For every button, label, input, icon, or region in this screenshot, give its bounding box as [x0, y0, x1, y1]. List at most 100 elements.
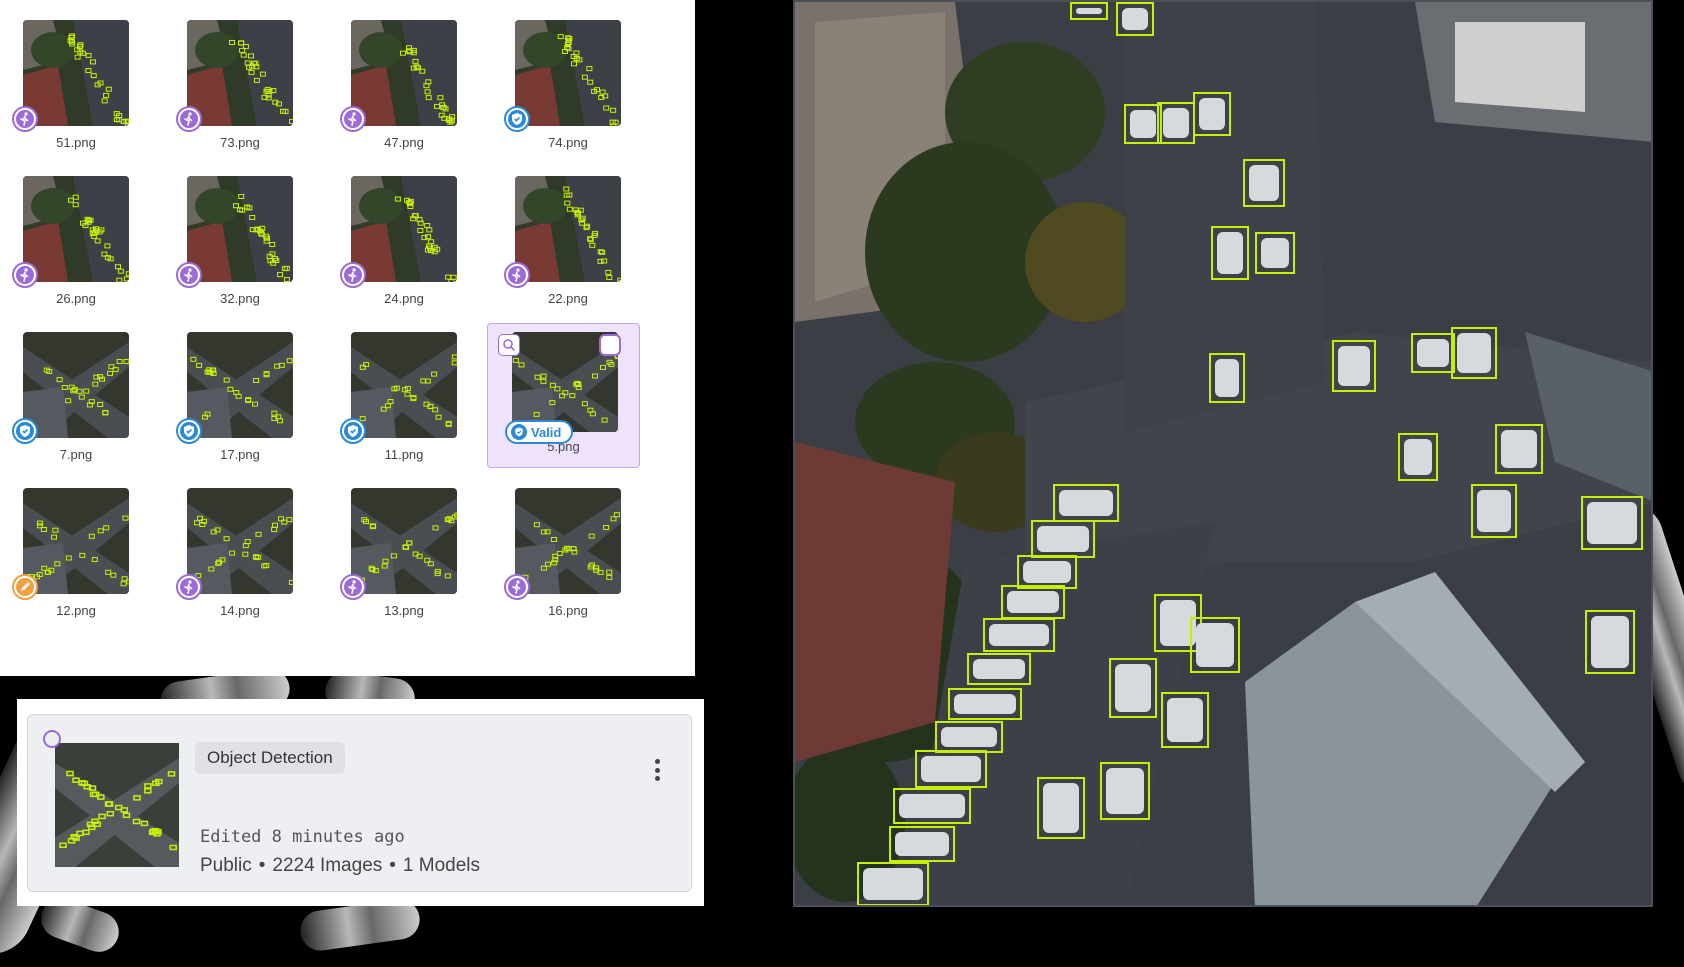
- gallery-tile[interactable]: 13.png: [328, 468, 488, 628]
- image-thumbnail[interactable]: [23, 332, 129, 438]
- file-name: 24.png: [384, 291, 424, 306]
- image-thumbnail[interactable]: [23, 20, 129, 126]
- file-name: 22.png: [548, 291, 588, 306]
- bounding-box[interactable]: [935, 721, 1003, 753]
- gallery-tile[interactable]: 24.png: [328, 156, 488, 316]
- person-walking-icon: [176, 106, 202, 132]
- image-thumbnail[interactable]: [187, 488, 293, 594]
- bounding-box[interactable]: [1398, 433, 1438, 481]
- dataset-card[interactable]: Object Detection Edited 8 minutes ago Pu…: [27, 714, 692, 892]
- gallery-tile[interactable]: 14.png: [164, 468, 324, 628]
- shield-check-icon: [340, 418, 366, 444]
- bounding-box[interactable]: [889, 826, 955, 862]
- gallery-tile[interactable]: 32.png: [164, 156, 324, 316]
- gallery-tile[interactable]: 73.png: [164, 0, 324, 160]
- person-walking-icon: [340, 106, 366, 132]
- bounding-box[interactable]: [1190, 617, 1240, 673]
- person-walking-icon: [340, 574, 366, 600]
- image-thumbnail[interactable]: [187, 20, 293, 126]
- bounding-box[interactable]: [1585, 610, 1635, 674]
- visibility-label: Public: [200, 855, 252, 876]
- image-thumbnail[interactable]: [187, 176, 293, 282]
- badge-label: Valid: [531, 424, 562, 440]
- gallery-tile[interactable]: 7.png: [0, 312, 160, 472]
- bounding-box[interactable]: [915, 750, 987, 788]
- person-walking-icon: [12, 262, 38, 288]
- bounding-box[interactable]: [1161, 692, 1209, 748]
- image-thumbnail[interactable]: [515, 488, 621, 594]
- bounding-box[interactable]: [1471, 484, 1517, 538]
- file-name: 17.png: [220, 447, 260, 462]
- bounding-box[interactable]: [1053, 484, 1119, 522]
- dataset-select-radio[interactable]: [43, 730, 61, 748]
- gallery-tile[interactable]: 26.png: [0, 156, 160, 316]
- bounding-box[interactable]: [1070, 2, 1108, 20]
- pencil-icon: [12, 574, 38, 600]
- dataset-thumbnail: [55, 743, 179, 867]
- person-walking-icon: [176, 262, 202, 288]
- file-name: 47.png: [384, 135, 424, 150]
- gallery-tile[interactable]: 51.png: [0, 0, 160, 160]
- gallery-tile[interactable]: 17.png: [164, 312, 324, 472]
- file-name: 26.png: [56, 291, 96, 306]
- image-thumbnail[interactable]: [351, 332, 457, 438]
- bounding-box[interactable]: [1243, 159, 1285, 207]
- image-thumbnail[interactable]: [515, 176, 621, 282]
- bounding-box[interactable]: [1211, 226, 1249, 280]
- bounding-box[interactable]: [1332, 340, 1376, 392]
- bounding-box[interactable]: [1209, 353, 1245, 403]
- separator: •: [258, 855, 266, 876]
- bounding-box[interactable]: [948, 688, 1022, 720]
- person-walking-icon: [12, 106, 38, 132]
- image-thumbnail[interactable]: [351, 20, 457, 126]
- image-thumbnail[interactable]: [23, 488, 129, 594]
- bounding-box[interactable]: [1157, 102, 1195, 144]
- file-name: 14.png: [220, 603, 260, 618]
- gallery-tile[interactable]: 12.png: [0, 468, 160, 628]
- valid-status-badge: Valid: [505, 420, 574, 444]
- gallery-tile[interactable]: 22.png: [492, 156, 652, 316]
- image-thumbnail[interactable]: [23, 176, 129, 282]
- select-checkbox[interactable]: [599, 334, 621, 356]
- bounding-box[interactable]: [1100, 762, 1150, 820]
- bounding-box[interactable]: [893, 788, 971, 824]
- bounding-box[interactable]: [1031, 520, 1095, 558]
- bounding-box[interactable]: [1411, 333, 1455, 373]
- edited-timestamp: Edited 8 minutes ago: [200, 827, 405, 847]
- gallery-tile[interactable]: 11.png: [328, 312, 488, 472]
- bounding-box[interactable]: [1109, 658, 1157, 718]
- magnifier-icon[interactable]: [498, 334, 520, 356]
- bounding-box[interactable]: [1037, 777, 1085, 839]
- file-name: 32.png: [220, 291, 260, 306]
- file-name: 73.png: [220, 135, 260, 150]
- file-name: 12.png: [56, 603, 96, 618]
- bounding-box[interactable]: [1116, 2, 1154, 36]
- image-thumbnail[interactable]: [351, 176, 457, 282]
- image-thumbnail[interactable]: [187, 332, 293, 438]
- annotation-image-viewer[interactable]: [793, 0, 1653, 907]
- task-type-tag: Object Detection: [195, 742, 345, 774]
- file-name: 74.png: [548, 135, 588, 150]
- shield-check-icon: [176, 418, 202, 444]
- bounding-box[interactable]: [1001, 585, 1065, 619]
- gallery-tile[interactable]: 5.png Valid: [487, 323, 640, 468]
- bounding-box[interactable]: [983, 618, 1055, 652]
- bounding-box[interactable]: [1255, 232, 1295, 274]
- image-thumbnail[interactable]: [351, 488, 457, 594]
- bounding-box[interactable]: [1017, 555, 1077, 589]
- image-thumbnail[interactable]: [515, 20, 621, 126]
- bounding-box[interactable]: [1581, 496, 1643, 550]
- bounding-box[interactable]: [857, 862, 929, 905]
- bounding-box[interactable]: [1193, 92, 1231, 136]
- gallery-tile[interactable]: 74.png: [492, 0, 652, 160]
- gallery-tile[interactable]: 16.png: [492, 468, 652, 628]
- file-name: 13.png: [384, 603, 424, 618]
- bounding-box[interactable]: [1495, 424, 1543, 474]
- file-name: 16.png: [548, 603, 588, 618]
- vertical-dots-icon[interactable]: [653, 759, 661, 781]
- shield-check-icon: [511, 424, 527, 440]
- person-walking-icon: [340, 262, 366, 288]
- bounding-box[interactable]: [967, 653, 1031, 685]
- bounding-box[interactable]: [1451, 327, 1497, 379]
- gallery-tile[interactable]: 47.png: [328, 0, 488, 160]
